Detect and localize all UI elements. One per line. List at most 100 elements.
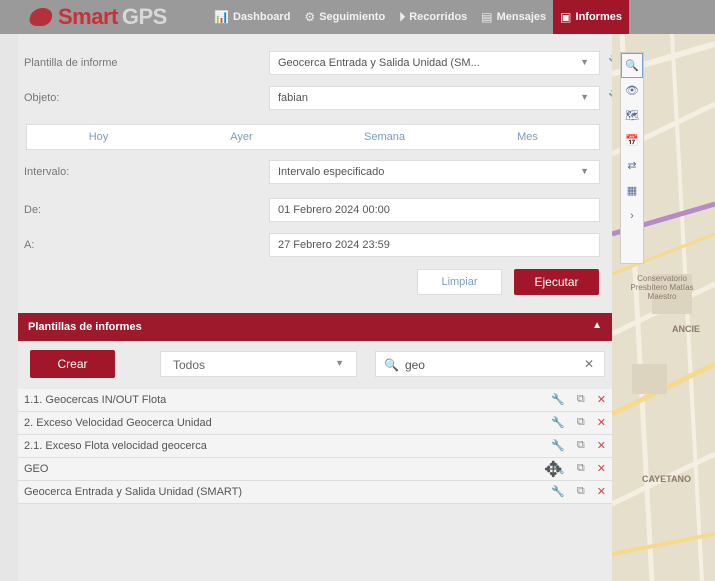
nav-seguimiento[interactable]: ⚙ Seguimiento (297, 0, 392, 34)
route-icon[interactable]: ⇄ (621, 153, 643, 178)
from-label: De: (24, 204, 42, 216)
nav-label: Seguimiento (319, 11, 386, 23)
top-bar: Smart GPS 📊 Dashboard ⚙ Seguimiento ⏵ Recorr… (0, 0, 715, 34)
template-value: Geocerca Entrada y Salida Unidad (SM... (278, 57, 480, 69)
item-name: Geocerca Entrada y Salida Unidad (SMART) (24, 486, 243, 498)
layers-icon[interactable]: ▦ (621, 178, 643, 203)
nav-label: Informes (575, 11, 622, 23)
clear-search-icon[interactable]: ✕ (584, 357, 594, 371)
map-label: CAYETANO (642, 474, 692, 484)
list-item[interactable]: Geocerca Entrada y Salida Unidad (SMART)… (18, 481, 612, 504)
item-name: 2.1. Exceso Flota velocidad geocerca (24, 440, 207, 452)
delete-icon[interactable]: ✕ (597, 485, 606, 498)
list-item[interactable]: 1.1. Geocercas IN/OUT Flota 🔧 ⧉ ✕ (18, 389, 612, 412)
tab-ayer[interactable]: Ayer (170, 125, 313, 149)
object-label: Objeto: (24, 92, 60, 104)
route-icon: ⏵ (399, 9, 406, 24)
nav-recorridos[interactable]: ⏵ Recorridos (392, 0, 474, 34)
tab-mes[interactable]: Mes (456, 125, 599, 149)
search-icon[interactable]: 🔍 (621, 53, 643, 78)
template-row: Plantilla de informe Geocerca Entrada y … (18, 51, 623, 75)
wrench-icon[interactable]: 🔧 (551, 393, 565, 406)
interval-value: Intervalo especificado (278, 166, 385, 178)
chart-icon: 📊 (214, 10, 229, 24)
map-icon[interactable]: 🗺 (621, 103, 643, 128)
report-icon: ▣ (560, 10, 572, 24)
tracking-icon: ⚙ (304, 10, 316, 24)
map-label: ANCIE (672, 324, 701, 334)
calendar-icon[interactable]: 📅 (621, 128, 643, 153)
to-date-field[interactable]: 27 Febrero 2024 23:59 (269, 233, 600, 257)
map-toolbar: 🔍 👁 🗺 📅 ⇄ ▦ › (620, 52, 644, 264)
search-icon: 🔍 (384, 358, 399, 372)
logo[interactable]: Smart GPS (28, 4, 167, 29)
logo-smart: Smart (58, 4, 118, 29)
to-label: A: (24, 239, 35, 251)
nav-label: Dashboard (232, 11, 291, 23)
map-label: Conservatorio Presbítero Matías Maestro (630, 274, 694, 301)
nav-label: Recorridos (409, 11, 468, 23)
template-label: Plantilla de informe (24, 57, 118, 69)
template-select[interactable]: Geocerca Entrada y Salida Unidad (SM... … (269, 51, 600, 75)
to-value: 27 Febrero 2024 23:59 (278, 239, 390, 251)
item-name: 2. Exceso Velocidad Geocerca Unidad (24, 417, 212, 429)
copy-icon[interactable]: ⧉ (577, 439, 585, 452)
nav-informes[interactable]: ▣ Informes (553, 0, 629, 34)
run-button[interactable]: Ejecutar (514, 269, 599, 295)
from-value: 01 Febrero 2024 00:00 (278, 204, 390, 216)
create-button[interactable]: Crear (30, 350, 115, 378)
map-view[interactable]: 🔍 👁 🗺 📅 ⇄ ▦ › Conservatorio Presbítero M… (612, 34, 715, 581)
chevron-down-icon: ▼ (335, 358, 344, 368)
list-item[interactable]: 2. Exceso Velocidad Geocerca Unidad 🔧 ⧉ ✕ (18, 412, 612, 435)
chevron-right-icon[interactable]: › (621, 203, 643, 228)
interval-label: Intervalo: (24, 166, 70, 178)
templates-title: Plantillas de informes (28, 321, 142, 333)
interval-select[interactable]: Intervalo especificado ▼ (269, 160, 600, 184)
tab-semana[interactable]: Semana (313, 125, 456, 149)
nav-dashboard[interactable]: 📊 Dashboard (207, 0, 297, 34)
search-value: geo (404, 358, 425, 372)
chevron-down-icon: ▼ (580, 57, 589, 67)
templates-list: 1.1. Geocercas IN/OUT Flota 🔧 ⧉ ✕ 2. Exces… (18, 389, 612, 504)
move-cursor-icon: ✥ (544, 457, 563, 482)
eye-icon[interactable]: 👁 (621, 78, 643, 103)
main-nav: 📊 Dashboard ⚙ Seguimiento ⏵ Recorridos ▤ Men… (207, 0, 629, 34)
report-panel: Plantilla de informe Geocerca Entrada y … (18, 34, 623, 581)
clear-button[interactable]: Limpiar (417, 269, 502, 295)
chevron-down-icon: ▼ (580, 92, 589, 102)
chevron-up-icon[interactable]: ▲ (592, 320, 602, 331)
item-name: GEO (24, 463, 49, 475)
object-select[interactable]: fabian ▼ (269, 86, 600, 110)
object-value: fabian (278, 92, 308, 104)
copy-icon[interactable]: ⧉ (577, 485, 585, 498)
tab-hoy[interactable]: Hoy (27, 125, 170, 149)
interval-row: Intervalo: Intervalo especificado ▼ (18, 160, 612, 184)
wrench-icon[interactable]: 🔧 (551, 416, 565, 429)
delete-icon[interactable]: ✕ (597, 439, 606, 452)
object-row: Objeto: fabian ▼ 🔧 (18, 86, 623, 110)
item-name: 1.1. Geocercas IN/OUT Flota (24, 394, 167, 406)
to-row: A: 27 Febrero 2024 23:59 (18, 233, 612, 257)
filter-value: Todos (173, 358, 206, 372)
wrench-icon[interactable]: 🔧 (551, 485, 565, 498)
copy-icon[interactable]: ⧉ (577, 393, 585, 406)
list-item[interactable]: 2.1. Exceso Flota velocidad geocerca 🔧 ⧉ ✕ (18, 435, 612, 458)
from-row: De: 01 Febrero 2024 00:00 (18, 198, 612, 222)
from-date-field[interactable]: 01 Febrero 2024 00:00 (269, 198, 600, 222)
delete-icon[interactable]: ✕ (597, 393, 606, 406)
copy-icon[interactable]: ⧉ (577, 462, 585, 475)
templates-search-input[interactable]: 🔍 geo ✕ (375, 351, 605, 377)
messages-icon: ▤ (481, 10, 493, 24)
nav-label: Mensajes (496, 11, 547, 23)
list-item[interactable]: GEO 🔧 ⧉ ✕ (18, 458, 612, 481)
copy-icon[interactable]: ⧉ (577, 416, 585, 429)
logo-icon (28, 8, 54, 26)
delete-icon[interactable]: ✕ (597, 416, 606, 429)
delete-icon[interactable]: ✕ (597, 462, 606, 475)
logo-gps: GPS (121, 4, 167, 29)
templates-header[interactable]: Plantillas de informes ▲ (18, 313, 612, 341)
templates-filter-select[interactable]: Todos ▼ (160, 351, 357, 377)
chevron-down-icon: ▼ (580, 166, 589, 176)
nav-mensajes[interactable]: ▤ Mensajes (474, 0, 553, 34)
wrench-icon[interactable]: 🔧 (551, 439, 565, 452)
